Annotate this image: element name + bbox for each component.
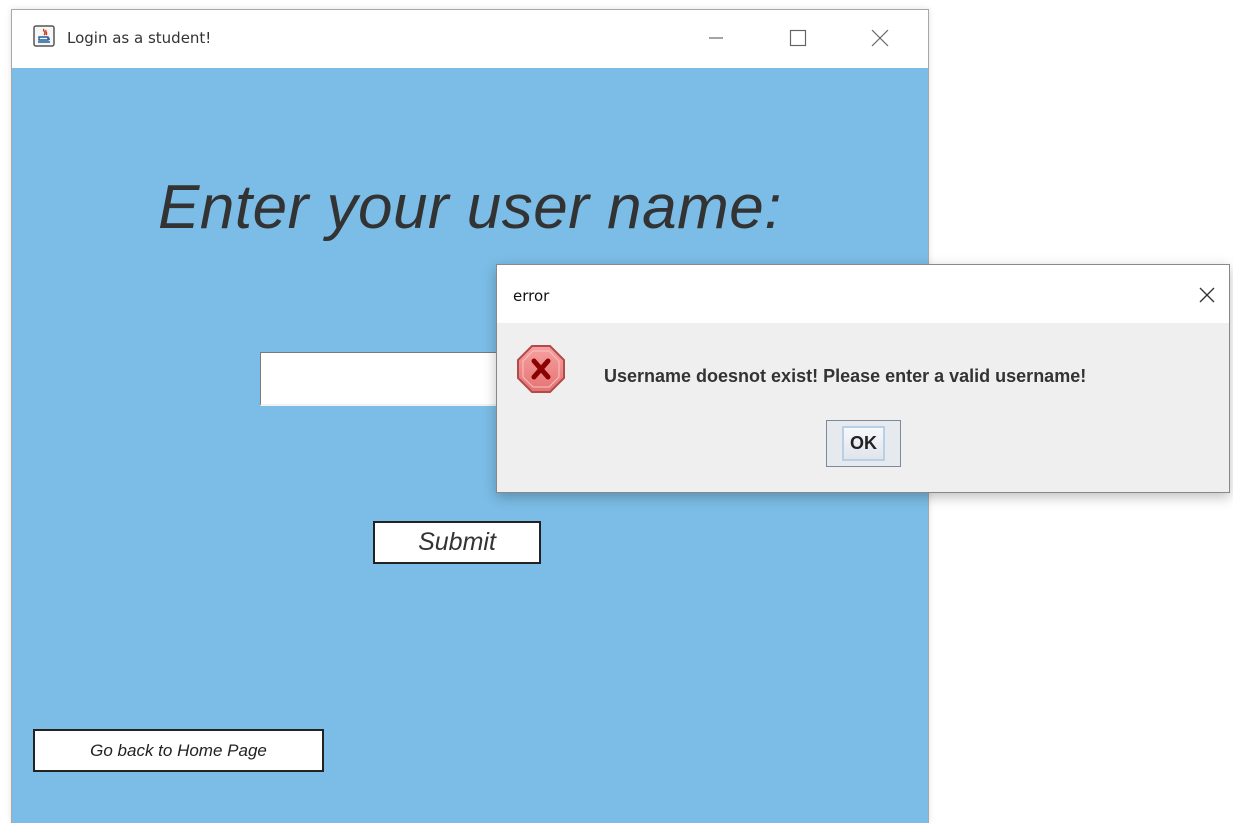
window-titlebar[interactable]: Login as a student! [12,10,928,68]
go-home-button[interactable]: Go back to Home Page [33,729,324,772]
maximize-button[interactable] [775,20,821,56]
close-button[interactable] [857,20,903,56]
dialog-close-button[interactable] [1187,277,1227,313]
error-message: Username doesnot exist! Please enter a v… [604,366,1087,386]
close-icon [871,29,889,47]
submit-button[interactable]: Submit [373,521,541,564]
maximize-icon [789,29,807,47]
java-app-icon [33,25,55,47]
error-dialog-title: error [513,287,550,305]
ok-button-label: OK [842,426,885,461]
page-heading: Enter your user name: [158,173,782,242]
error-dialog-titlebar[interactable]: error [497,265,1229,323]
error-icon [515,343,567,395]
window-title: Login as a student! [67,29,212,47]
error-dialog: error Username doesnot exist! Please ent… [496,264,1230,493]
minimize-icon [709,37,723,39]
ok-button[interactable]: OK [826,420,901,467]
minimize-button[interactable] [693,20,739,56]
close-icon [1199,287,1215,303]
